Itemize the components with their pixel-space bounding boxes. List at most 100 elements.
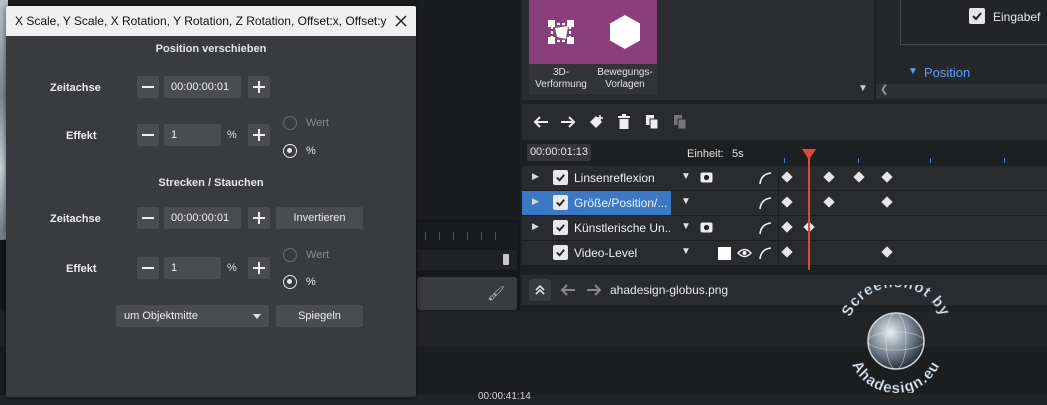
dialog-title: X Scale, Y Scale, X Rotation, Y Rotation… — [15, 14, 387, 28]
radio-percent[interactable] — [283, 144, 297, 158]
keyframe-row[interactable]: ▶ Linsenreflexion ▼ — [522, 166, 1047, 191]
next-object-button[interactable] — [583, 279, 605, 301]
copy-keyframe-button[interactable] — [640, 110, 664, 134]
preview-slider[interactable] — [417, 250, 517, 270]
properties-scrollbar[interactable]: ❮ — [876, 84, 1047, 98]
row-checkbox[interactable] — [553, 170, 568, 185]
zeitachse-input[interactable]: 00:00:00:01 — [164, 207, 241, 229]
effekt-increment-button[interactable] — [248, 257, 270, 279]
unit-value[interactable]: 5s — [732, 148, 744, 160]
zeitachse-label: Zeitachse — [50, 82, 101, 94]
curve-icon[interactable] — [758, 196, 772, 210]
unit-label: Einheit: — [687, 148, 724, 160]
close-icon — [395, 15, 407, 27]
expand-icon[interactable]: ▶ — [532, 171, 539, 182]
keyframe-marker[interactable] — [781, 246, 793, 258]
keyframe-marker[interactable] — [881, 246, 893, 258]
checkmark-icon — [556, 199, 565, 207]
radio-percent-label: % — [306, 145, 316, 157]
effekt-input[interactable]: 1 — [164, 124, 221, 146]
dialog-titlebar[interactable]: X Scale, Y Scale, X Rotation, Y Rotation… — [6, 6, 416, 36]
row-name-cell[interactable]: ▶ Linsenreflexion — [522, 166, 671, 190]
zeitachse-decrement-button[interactable] — [137, 207, 159, 229]
playhead-line[interactable] — [808, 152, 810, 270]
close-button[interactable] — [390, 10, 412, 32]
keyframe-marker[interactable] — [781, 171, 793, 183]
expand-icon[interactable]: ▶ — [532, 196, 539, 207]
radio-percent[interactable] — [283, 275, 297, 289]
prev-object-button[interactable] — [557, 279, 579, 301]
effekt-increment-button[interactable] — [248, 124, 270, 146]
curve-icon[interactable] — [758, 246, 772, 260]
row-name-cell[interactable]: ▶ Künstlerische Un... — [522, 216, 671, 240]
keyframe-track[interactable] — [778, 216, 1047, 240]
radio-wert[interactable] — [283, 116, 297, 130]
checkmark-icon — [556, 174, 565, 182]
expand-icon[interactable]: ▶ — [532, 221, 539, 232]
keyframe-current-time[interactable]: 00:00:01:13 — [527, 144, 591, 161]
add-keyframe-button[interactable] — [584, 110, 608, 134]
row-name-cell[interactable]: Video-Level — [522, 241, 671, 265]
keyframe-marker[interactable] — [781, 196, 793, 208]
chevron-left-icon[interactable]: ❮ — [880, 84, 888, 95]
prev-keyframe-button[interactable] — [529, 110, 553, 134]
keyframe-marker[interactable] — [881, 196, 893, 208]
effekt-decrement-button[interactable] — [137, 257, 159, 279]
eye-icon[interactable] — [737, 248, 752, 258]
add-keyframe-icon — [590, 115, 603, 128]
keyframe-row[interactable]: Video-Level ▼ — [522, 241, 1047, 266]
radio-wert[interactable] — [283, 248, 297, 262]
input-checkbox[interactable] — [969, 8, 985, 24]
row-checkbox[interactable] — [553, 220, 568, 235]
keyframe-marker[interactable] — [853, 171, 865, 183]
pin-icon[interactable]: 🖌 — [487, 285, 505, 302]
delete-keyframe-button[interactable] — [612, 110, 636, 134]
invert-button[interactable]: Invertieren — [276, 207, 363, 229]
template-3d-warp[interactable]: 3D- Verformung — [529, 0, 593, 94]
keyframe-track[interactable] — [778, 191, 1047, 215]
keyframe-marker[interactable] — [781, 221, 793, 233]
chevron-down-icon[interactable]: ▼ — [681, 171, 691, 182]
checkmark-icon — [556, 224, 565, 232]
color-swatch[interactable] — [718, 247, 731, 260]
keyframe-marker[interactable] — [823, 196, 835, 208]
record-icon[interactable] — [700, 222, 713, 233]
keyframe-track[interactable] — [778, 166, 1047, 190]
effekt-input[interactable]: 1 — [164, 257, 221, 279]
chevron-down-icon[interactable]: ▼ — [681, 246, 691, 257]
zeitachse-increment-button[interactable] — [248, 207, 270, 229]
keyframe-marker[interactable] — [823, 171, 835, 183]
curve-icon[interactable] — [758, 171, 772, 185]
chevron-down-icon[interactable]: ▼ — [858, 83, 868, 94]
zeitachse-increment-button[interactable] — [248, 76, 270, 98]
keyframe-marker[interactable] — [881, 171, 893, 183]
zeitachse-decrement-button[interactable] — [137, 76, 159, 98]
keyframe-toolbar — [522, 104, 1047, 140]
record-icon[interactable] — [700, 172, 713, 183]
curve-icon[interactable] — [758, 221, 772, 235]
chevron-down-icon[interactable]: ▼ — [681, 221, 691, 232]
slider-knob[interactable] — [503, 254, 509, 265]
keyframe-row[interactable]: ▶ Künstlerische Un... ▼ — [522, 216, 1047, 241]
row-checkbox[interactable] — [553, 195, 568, 210]
hexagon-icon — [610, 15, 640, 49]
template-motion[interactable]: Bewegungs- Vorlagen — [593, 0, 657, 94]
keyframe-ruler[interactable] — [778, 142, 1047, 166]
row-checkbox[interactable] — [553, 245, 568, 260]
row-label: Größe/Position/... — [574, 196, 668, 210]
chevron-down-icon[interactable]: ▼ — [681, 196, 691, 207]
collapse-up-button[interactable] — [529, 279, 551, 301]
anchor-select[interactable]: um Objektmitte — [116, 305, 269, 327]
zeitachse-input[interactable]: 00:00:00:01 — [164, 76, 241, 98]
effekt-decrement-button[interactable] — [137, 124, 159, 146]
keyframe-row[interactable]: ▶ Größe/Position/... ▼ — [522, 191, 1047, 216]
paste-keyframe-button[interactable] — [668, 110, 692, 134]
position-section-header[interactable]: ▼ Position — [900, 63, 1047, 82]
mirror-button[interactable]: Spiegeln — [276, 305, 363, 327]
minus-icon — [142, 217, 154, 219]
next-keyframe-button[interactable] — [556, 110, 580, 134]
row-name-cell[interactable]: ▶ Größe/Position/... — [522, 191, 671, 215]
playhead-handle[interactable] — [802, 149, 816, 160]
keyframe-track[interactable] — [778, 241, 1047, 265]
row-label: Video-Level — [574, 246, 638, 260]
